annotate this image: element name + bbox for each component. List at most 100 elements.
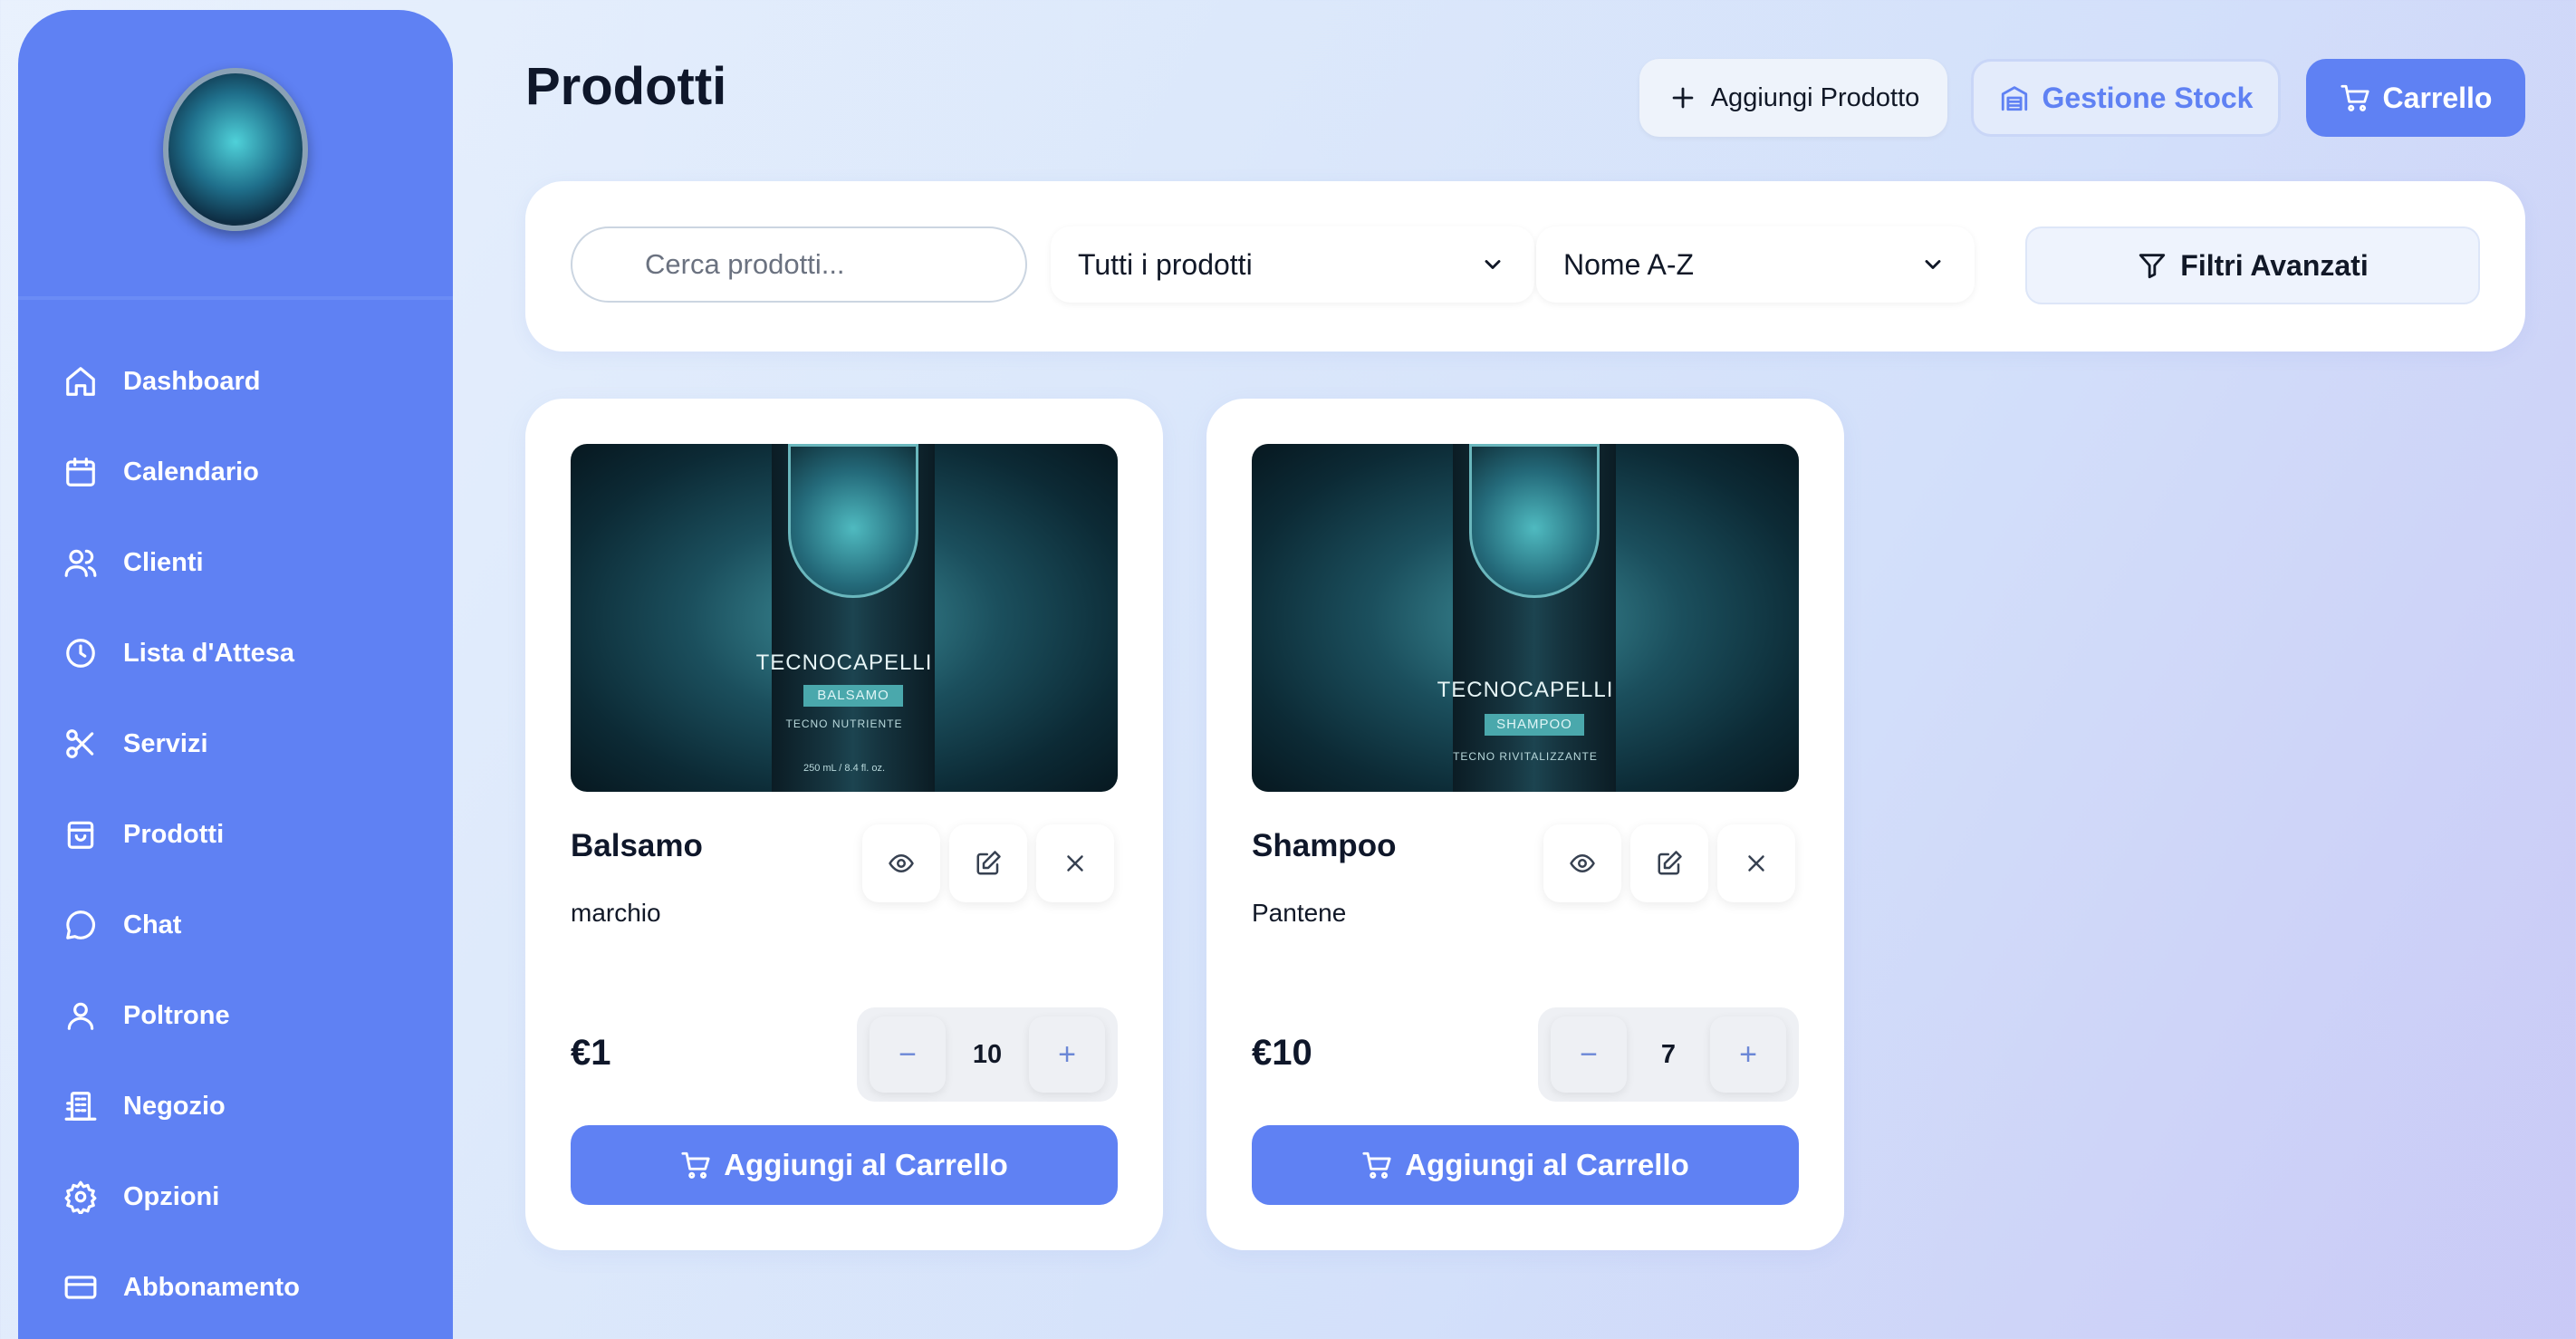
sidebar-item-servizi[interactable]: Servizi <box>18 698 453 789</box>
product-image[interactable]: TECNOCAPELLI SHAMPOO TECNO RIVITALIZZANT… <box>1252 444 1799 792</box>
sidebar-item-clienti[interactable]: Clienti <box>18 517 453 608</box>
brand-emblem <box>1469 444 1600 598</box>
users-icon <box>64 549 97 577</box>
image-sub-text: TECNO RIVITALIZZANTE <box>1453 750 1598 763</box>
sidebar-item-label: Prodotti <box>123 819 225 849</box>
sidebar-item-calendario[interactable]: Calendario <box>18 427 453 517</box>
sort-select[interactable]: Nome A-Z <box>1536 226 1975 303</box>
sidebar-item-label: Opzioni <box>123 1181 220 1211</box>
product-price: €1 <box>571 1033 611 1073</box>
quantity-value: 7 <box>1660 1040 1677 1069</box>
shopping-cart-icon <box>681 1151 710 1179</box>
add-to-cart-button[interactable]: Aggiungi al Carrello <box>1252 1125 1799 1205</box>
credit-card-icon <box>64 1276 97 1299</box>
edit-icon <box>1658 851 1682 875</box>
sidebar-item-opzioni[interactable]: Opzioni <box>18 1151 453 1242</box>
category-select[interactable]: Tutti i prodotti <box>1051 226 1534 303</box>
sidebar-item-poltrone[interactable]: Poltrone <box>18 970 453 1061</box>
brand-emblem <box>788 444 918 598</box>
product-name: Balsamo <box>571 828 703 863</box>
add-product-label: Aggiungi Prodotto <box>1710 82 1920 112</box>
product-price: €10 <box>1252 1033 1312 1073</box>
category-select-value: Tutti i prodotti <box>1078 247 1253 281</box>
stock-management-button[interactable]: Gestione Stock <box>1971 59 2281 137</box>
filter-bar: Tutti i prodotti Nome A-Z Filtri Avanzat… <box>525 181 2525 352</box>
advanced-filters-button[interactable]: Filtri Avanzati <box>2025 226 2480 304</box>
sidebar-item-label: Poltrone <box>123 1000 230 1030</box>
chevron-down-icon <box>1925 260 1941 269</box>
scissors-icon <box>66 729 94 758</box>
delete-product-button[interactable] <box>1036 824 1114 902</box>
cart-label: Carrello <box>2382 81 2493 114</box>
warehouse-icon <box>2001 86 2027 111</box>
gear-icon <box>64 1180 97 1214</box>
sidebar-item-dashboard[interactable]: Dashboard <box>18 336 453 427</box>
product-card: TECNOCAPELLI BALSAMO TECNO NUTRIENTE 250… <box>525 399 1163 1250</box>
view-product-button[interactable] <box>862 824 940 902</box>
user-icon <box>67 1002 94 1030</box>
sidebar: Dashboard Calendario Clienti Lista d'Att… <box>18 10 453 1339</box>
sidebar-item-lista-attesa[interactable]: Lista d'Attesa <box>18 608 453 698</box>
app-logo[interactable] <box>163 68 308 231</box>
product-brand: Pantene <box>1252 899 1347 927</box>
view-product-button[interactable] <box>1543 824 1621 902</box>
advanced-filters-label: Filtri Avanzati <box>2180 248 2369 282</box>
sidebar-item-label: Negozio <box>123 1091 226 1121</box>
shopping-cart-icon <box>2340 84 2369 111</box>
chevron-down-icon <box>1485 260 1501 269</box>
eye-icon <box>1570 854 1595 872</box>
sidebar-item-label: Clienti <box>123 547 204 577</box>
image-sub-text: TECNO NUTRIENTE <box>785 718 903 730</box>
image-volume-text: 250 mL / 8.4 fl. oz. <box>803 763 886 774</box>
cart-button[interactable]: Carrello <box>2306 59 2525 137</box>
product-card: TECNOCAPELLI SHAMPOO TECNO RIVITALIZZANT… <box>1206 399 1844 1250</box>
sidebar-item-label: Dashboard <box>123 366 261 396</box>
eye-icon <box>889 854 914 872</box>
sidebar-item-abbonamento[interactable]: Abbonamento <box>18 1242 453 1333</box>
increase-quantity-button[interactable]: + <box>1710 1016 1786 1093</box>
close-icon <box>1067 855 1083 872</box>
close-icon <box>1748 855 1764 872</box>
quantity-value: 10 <box>972 1040 1003 1069</box>
sidebar-item-label: Calendario <box>123 457 259 486</box>
sidebar-item-label: Abbonamento <box>123 1272 300 1302</box>
image-brand-text: TECNOCAPELLI <box>1437 678 1614 702</box>
image-tag-text: SHAMPOO <box>1485 714 1584 736</box>
clock-icon <box>66 639 95 668</box>
product-image[interactable]: TECNOCAPELLI BALSAMO TECNO NUTRIENTE 250… <box>571 444 1118 792</box>
image-tag-text: BALSAMO <box>803 685 903 707</box>
plus-icon <box>1672 87 1694 109</box>
edit-product-button[interactable] <box>949 824 1027 902</box>
add-to-cart-button[interactable]: Aggiungi al Carrello <box>571 1125 1118 1205</box>
home-icon <box>66 367 95 396</box>
edit-product-button[interactable] <box>1630 824 1708 902</box>
decrease-quantity-button[interactable]: − <box>1551 1016 1627 1093</box>
sidebar-nav: Dashboard Calendario Clienti Lista d'Att… <box>18 336 453 1333</box>
sidebar-item-label: Servizi <box>123 728 208 758</box>
stock-management-label: Gestione Stock <box>2042 81 2254 114</box>
image-brand-text: TECNOCAPELLI <box>755 650 933 675</box>
product-name: Shampoo <box>1252 828 1397 863</box>
delete-product-button[interactable] <box>1717 824 1795 902</box>
page-title: Prodotti <box>525 57 727 116</box>
sidebar-item-label: Lista d'Attesa <box>123 638 294 668</box>
sort-select-value: Nome A-Z <box>1563 247 1695 281</box>
increase-quantity-button[interactable]: + <box>1029 1016 1105 1093</box>
filter-icon <box>2139 254 2166 279</box>
chat-bubble-icon <box>66 910 95 939</box>
sidebar-item-negozio[interactable]: Negozio <box>18 1061 453 1151</box>
logo-area <box>18 10 453 300</box>
building-icon <box>64 1092 97 1121</box>
sidebar-item-prodotti[interactable]: Prodotti <box>18 789 453 880</box>
decrease-quantity-button[interactable]: − <box>870 1016 946 1093</box>
quantity-stepper: − 10 + <box>857 1007 1118 1102</box>
calendar-icon <box>66 458 95 486</box>
shopping-cart-icon <box>1362 1151 1391 1179</box>
sidebar-item-label: Chat <box>123 910 182 939</box>
add-product-button[interactable]: Aggiungi Prodotto <box>1639 59 1947 137</box>
sidebar-item-chat[interactable]: Chat <box>18 880 453 970</box>
edit-icon <box>976 851 1001 875</box>
add-to-cart-label: Aggiungi al Carrello <box>1405 1148 1689 1181</box>
quantity-stepper: − 7 + <box>1538 1007 1799 1102</box>
search-input[interactable] <box>571 226 1027 303</box>
